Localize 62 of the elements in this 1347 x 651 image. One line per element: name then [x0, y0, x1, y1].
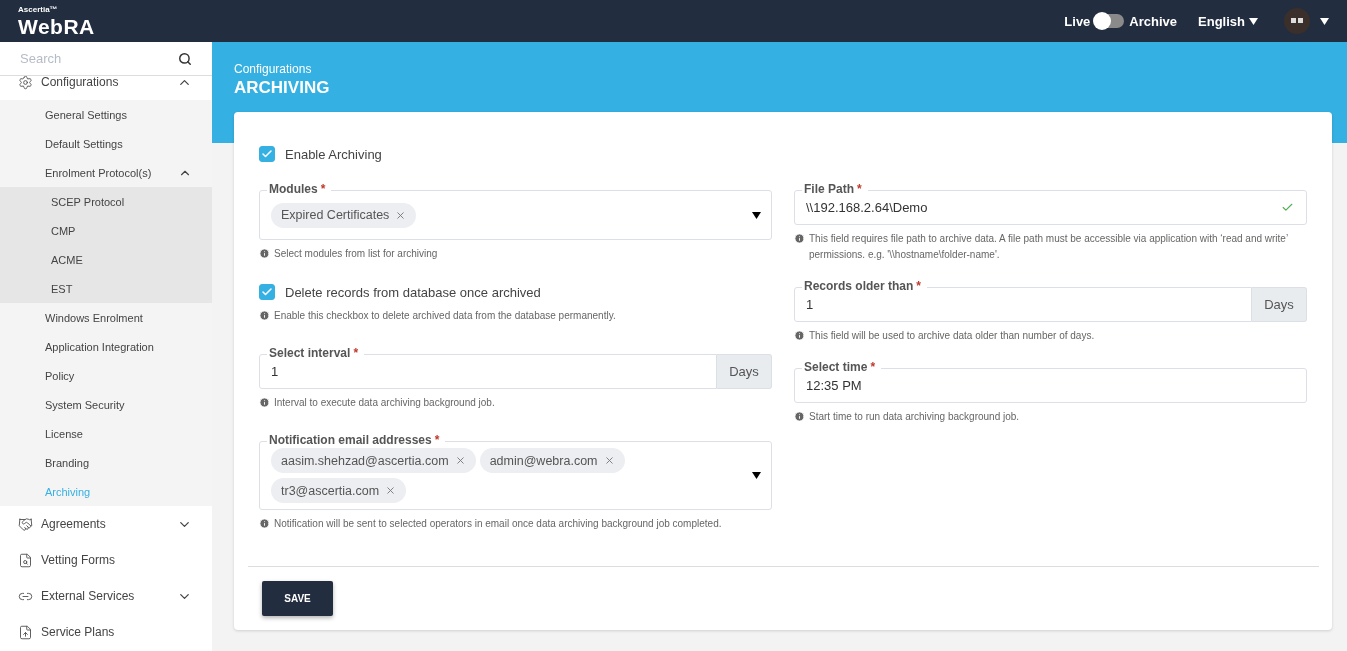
close-icon[interactable] [603, 455, 615, 466]
checkbox[interactable] [259, 284, 275, 300]
info-icon [259, 518, 270, 529]
gear-icon [18, 76, 33, 90]
tag-chip[interactable]: Expired Certificates [271, 202, 417, 228]
hint-text: This field requires file path to archive data. A file path must be accessible via application with ‘read and write’ permissions. e.g. '\\hostname\folder-name'. [809, 232, 1289, 262]
unit-addon: Days [717, 354, 772, 389]
nav-item[interactable]: CMP [0, 216, 212, 245]
toggle-label: Archive [1129, 13, 1178, 29]
hint-text: Interval to execute data archiving background job. [274, 396, 495, 410]
unit-addon: Days [1252, 287, 1307, 322]
nav-item[interactable]: General Settings [0, 100, 212, 129]
info-icon [259, 310, 270, 321]
tag-chip[interactable]: admin@webra.com [479, 448, 625, 473]
save-button[interactable]: SAVE [262, 581, 333, 616]
check-icon [261, 148, 273, 160]
page-title: ARCHIVING [234, 78, 331, 98]
info-icon [794, 330, 805, 341]
info-icon [794, 411, 805, 422]
hint-text: Enable this checkbox to delete archived data from the database permanently. [274, 309, 616, 323]
hint-text: This field will be used to archive data older than number of days. [809, 329, 1095, 343]
nav-item[interactable]: ACME [0, 245, 212, 274]
handshake-icon [18, 516, 33, 532]
nav-item[interactable]: Windows Enrolment [0, 303, 212, 332]
nav-item[interactable]: Policy [0, 361, 212, 390]
nav-item[interactable]: Application Integration [0, 332, 212, 361]
nav-item[interactable]: Branding [0, 448, 212, 477]
language-dropdown[interactable]: English [1198, 13, 1258, 29]
hint-text: Start time to run data archiving background job. [809, 410, 1020, 424]
checkbox-label: Delete records from database once archived [285, 284, 541, 300]
caret-icon [1320, 17, 1329, 25]
document-upload-icon [18, 624, 33, 640]
hint-text: Notification will be sent to selected operators in email once data archiving background job completed. [274, 517, 722, 531]
caret-icon [752, 211, 761, 219]
checkbox-label: Enable Archiving [285, 146, 382, 162]
close-icon[interactable] [454, 455, 466, 466]
nav-item[interactable]: Enrolment Protocol(s) [0, 158, 212, 187]
caret-icon [752, 472, 761, 479]
logo: WebRA [18, 15, 95, 37]
close-icon[interactable] [395, 209, 407, 221]
check-icon [261, 286, 273, 298]
toggle-label: Live [1064, 13, 1091, 29]
checkbox[interactable] [259, 146, 275, 162]
search-icon[interactable] [178, 51, 192, 66]
tag-chip[interactable]: tr3@ascertia.com [271, 478, 407, 503]
info-icon [259, 248, 270, 259]
document-search-icon [18, 552, 33, 568]
info-icon [794, 233, 805, 244]
nav-item[interactable]: SCEP Protocol [0, 187, 212, 216]
nav-item[interactable]: System Security [0, 390, 212, 419]
mode-switch[interactable] [1095, 14, 1125, 28]
close-icon[interactable] [385, 485, 397, 496]
tag-chip[interactable]: aasim.shehzad@ascertia.com [271, 448, 476, 473]
logo-caption: Ascertia™ [18, 5, 59, 14]
avatar[interactable] [1284, 8, 1310, 34]
caret-icon [1249, 17, 1258, 25]
nav-item[interactable]: EST [0, 274, 212, 303]
breadcrumb: Configurations [234, 62, 313, 76]
hint-text: Select modules from list for archiving [274, 247, 438, 261]
nav-item[interactable]: Default Settings [0, 129, 212, 158]
nav-item[interactable]: License [0, 419, 212, 448]
info-icon [259, 397, 270, 408]
